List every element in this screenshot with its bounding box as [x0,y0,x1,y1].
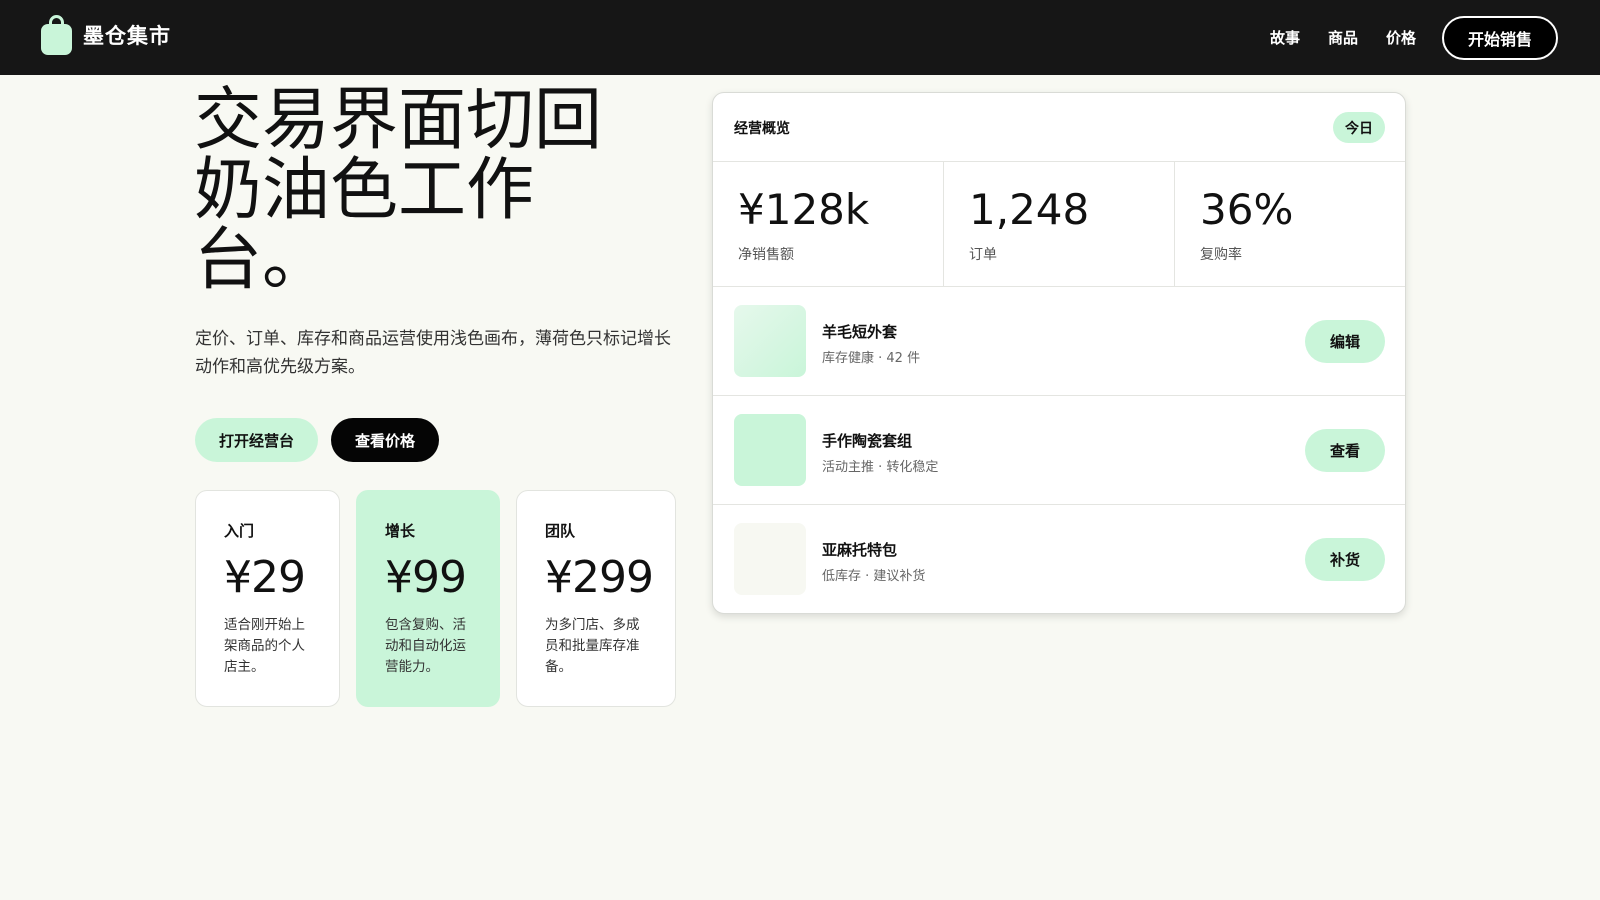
product-meta: 低库存 · 建议补货 [822,569,926,584]
stat-label: 净销售额 [738,247,794,263]
nav-link-pricing[interactable]: 价格 [1386,27,1416,48]
plan-name: 团队 [545,522,576,540]
stat-value: ¥128k [738,185,870,234]
plan-name: 入门 [224,522,255,540]
plan-card-starter[interactable]: 入门 ¥29 适合刚开始上架商品的个人店主。 [195,490,340,707]
stat-label: 复购率 [1200,247,1242,263]
top-nav: 墨仓集市 故事 商品 价格 开始销售 [0,0,1600,75]
plan-card-growth[interactable]: 增长 ¥99 包含复购、活动和自动化运营能力。 [356,490,500,707]
stat-label: 订单 [969,247,997,263]
list-item: 手作陶瓷套组 活动主推 · 转化稳定 查看 [713,396,1405,505]
start-selling-button[interactable]: 开始销售 [1442,16,1558,60]
plan-name: 增长 [385,522,416,540]
brand-logo[interactable]: 墨仓集市 [41,14,171,56]
pricing-plans: 入门 ¥29 适合刚开始上架商品的个人店主。 增长 ¥99 包含复购、活动和自动… [195,490,676,707]
plan-description: 包含复购、活动和自动化运营能力。 [385,617,466,675]
stat-value: 36% [1200,185,1294,234]
nav-link-story[interactable]: 故事 [1270,27,1300,48]
product-name: 手作陶瓷套组 [822,432,913,450]
stat-value: 1,248 [969,185,1090,234]
plan-price: ¥299 [545,552,654,603]
stats-row: ¥128k 净销售额 1,248 订单 36% 复购率 [713,162,1405,287]
product-thumbnail [734,414,806,486]
view-button[interactable]: 查看 [1305,429,1385,472]
open-dashboard-button[interactable]: 打开经营台 [195,418,319,462]
nav-links: 故事 商品 价格 [1270,0,1416,75]
panel-title: 经营概览 [734,121,790,137]
today-badge[interactable]: 今日 [1333,112,1385,143]
product-name: 羊毛短外套 [822,323,898,341]
product-meta: 库存健康 · 42 件 [822,351,921,366]
hero-actions: 打开经营台 查看价格 [195,418,440,462]
product-meta: 活动主推 · 转化稳定 [822,460,939,475]
hero-title: 交易界面切回奶油色工作台。 [194,81,603,300]
restock-button[interactable]: 补货 [1305,538,1385,581]
plan-description: 适合刚开始上架商品的个人店主。 [224,617,305,675]
stat-orders: 1,248 订单 [944,162,1175,286]
edit-button[interactable]: 编辑 [1305,320,1385,363]
stat-repurchase-rate: 36% 复购率 [1175,162,1405,286]
plan-description: 为多门店、多成员和批量库存准备。 [545,617,640,675]
list-item: 羊毛短外套 库存健康 · 42 件 编辑 [713,287,1405,396]
overview-panel: 经营概览 今日 ¥128k 净销售额 1,248 订单 36% 复购率 羊毛短外… [712,92,1406,614]
plan-price: ¥99 [385,552,467,603]
hero-subtitle: 定价、订单、库存和商品运营使用浅色画布，薄荷色只标记增长动作和高优先级方案。 [195,329,671,377]
stat-net-sales: ¥128k 净销售额 [713,162,944,286]
brand-name: 墨仓集市 [83,24,171,48]
plan-card-team[interactable]: 团队 ¥299 为多门店、多成员和批量库存准备。 [516,490,676,707]
list-item: 亚麻托特包 低库存 · 建议补货 补货 [713,505,1405,613]
product-list: 羊毛短外套 库存健康 · 42 件 编辑 手作陶瓷套组 活动主推 · 转化稳定 … [713,287,1405,613]
product-thumbnail [734,523,806,595]
panel-header: 经营概览 今日 [713,93,1405,162]
nav-link-products[interactable]: 商品 [1328,27,1358,48]
view-pricing-button[interactable]: 查看价格 [331,418,440,462]
product-thumbnail [734,305,806,377]
product-name: 亚麻托特包 [822,541,898,559]
shopping-bag-icon [41,15,72,55]
plan-price: ¥29 [224,552,306,603]
